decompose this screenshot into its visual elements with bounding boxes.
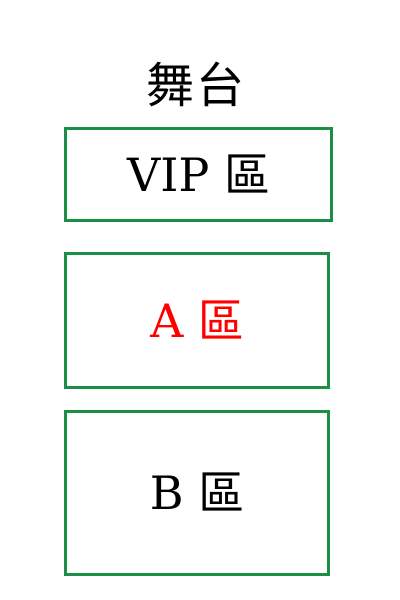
zone-vip[interactable]: VIP 區 bbox=[64, 127, 333, 222]
zone-a[interactable]: A 區 bbox=[64, 252, 330, 389]
zone-b[interactable]: B 區 bbox=[64, 410, 330, 576]
zone-b-label: B 區 bbox=[149, 466, 245, 520]
zone-a-label: A 區 bbox=[150, 293, 244, 348]
stage-label: 舞台 bbox=[145, 58, 246, 114]
zone-vip-label: VIP 區 bbox=[127, 147, 270, 202]
